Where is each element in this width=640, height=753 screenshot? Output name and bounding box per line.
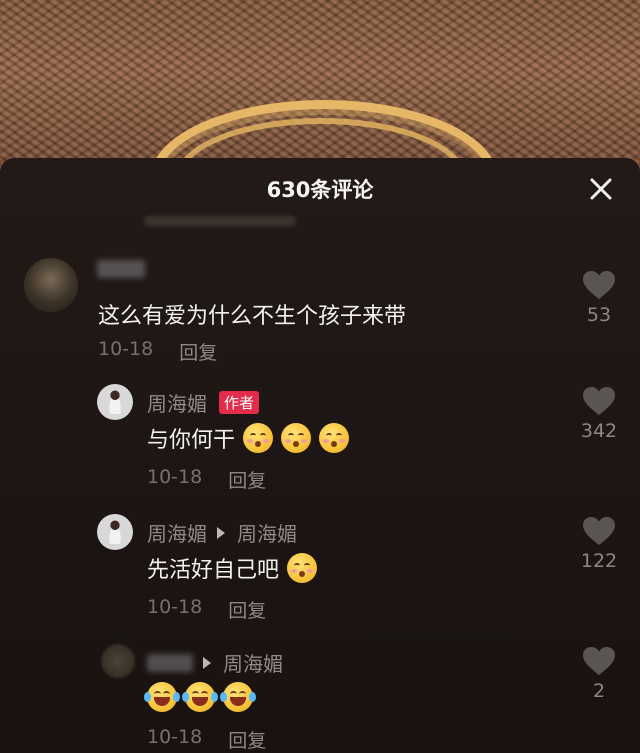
video-background (0, 0, 640, 258)
comment-meta: 10-18 回复 (98, 338, 217, 365)
heart-icon[interactable] (582, 516, 616, 546)
like-count: 53 (586, 304, 612, 326)
play-arrow-icon (217, 526, 225, 539)
blurred-username (97, 260, 145, 278)
author-name[interactable]: 周海媚 (147, 518, 207, 547)
commenter-name[interactable]: 周海媚 作者 (147, 388, 260, 417)
author-badge: 作者 (219, 391, 260, 414)
like-count: 122 (580, 550, 618, 572)
sheet-header: 630条评论 (0, 158, 640, 220)
reply-to-name[interactable]: 周海媚 (237, 518, 297, 547)
comment-meta: 10-18 回复 (147, 466, 266, 493)
comment-text: 与你何干 (147, 422, 350, 454)
like-button[interactable]: 53 (573, 270, 625, 326)
shy-face-emoji (281, 423, 312, 453)
avatar[interactable] (97, 384, 133, 420)
heart-icon[interactable] (582, 270, 616, 300)
avatar[interactable] (97, 514, 133, 550)
shy-face-emoji (287, 553, 318, 583)
tears-of-joy-emoji (144, 682, 180, 712)
comment-text-content: 与你何干 (147, 428, 236, 453)
comment-text: 先活好自己吧 (147, 552, 318, 584)
commenter-name[interactable] (97, 260, 145, 278)
reply-button[interactable]: 回复 (228, 596, 266, 623)
commenter-name[interactable]: 周海媚 周海媚 (147, 518, 297, 547)
shy-face-emoji (319, 423, 350, 453)
like-count: 342 (580, 420, 618, 442)
commenter-name[interactable]: 周海媚 (147, 648, 283, 677)
reply-button[interactable]: 回复 (228, 726, 266, 753)
comment-meta: 10-18 回复 (147, 596, 266, 623)
like-button[interactable]: 342 (573, 386, 625, 442)
heart-icon[interactable] (582, 386, 616, 416)
author-name[interactable]: 周海媚 (147, 388, 207, 417)
avatar[interactable] (24, 258, 78, 312)
avatar[interactable] (101, 644, 135, 678)
comment-date: 10-18 (147, 466, 203, 488)
heart-icon[interactable] (582, 646, 616, 676)
comment-date: 10-18 (147, 726, 203, 748)
reply-button[interactable]: 回复 (179, 338, 217, 365)
blurred-username (147, 653, 193, 672)
comment-text-content: 先活好自己吧 (147, 558, 280, 583)
like-button[interactable]: 2 (573, 646, 625, 702)
reply-button[interactable]: 回复 (228, 466, 266, 493)
comment-text-content: 这么有爱为什么不生个孩子来带 (98, 304, 407, 329)
like-count: 2 (592, 680, 606, 702)
comment-text: 这么有爱为什么不生个孩子来带 (98, 298, 406, 330)
play-arrow-icon (203, 656, 211, 669)
close-icon[interactable] (588, 176, 614, 202)
comments-count-title: 630条评论 (266, 178, 374, 202)
scrolled-text-remnant (145, 216, 295, 226)
shy-face-emoji (243, 423, 274, 453)
reply-to-name[interactable]: 周海媚 (223, 648, 283, 677)
comments-sheet: 630条评论 这么有爱为什么不生个孩子来带 10-18 回复 53 周海媚 作者… (0, 158, 640, 753)
tears-of-joy-emoji (182, 682, 218, 712)
comment-date: 10-18 (98, 338, 154, 360)
comment-date: 10-18 (147, 596, 203, 618)
tears-of-joy-emoji (220, 682, 256, 712)
comment-text (144, 682, 256, 712)
like-button[interactable]: 122 (573, 516, 625, 572)
comment-meta: 10-18 回复 (147, 726, 266, 753)
